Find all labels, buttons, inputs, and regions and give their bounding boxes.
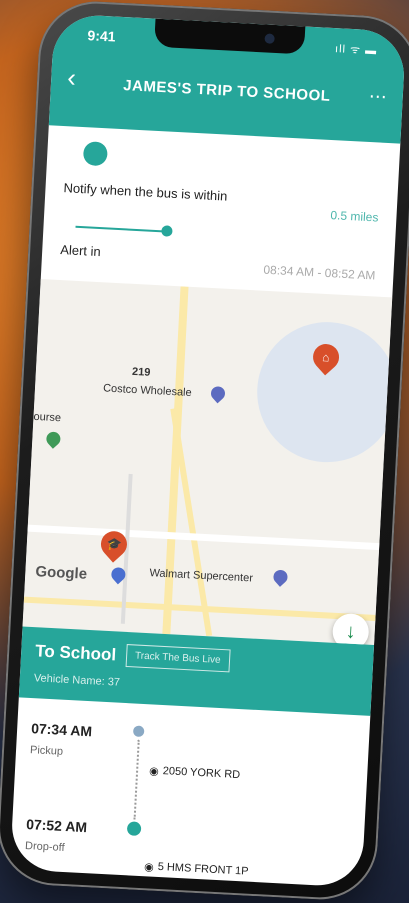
map-road: [27, 524, 388, 551]
route-title-row: To School Track The Bus Live: [35, 639, 360, 679]
google-logo: Google: [34, 563, 88, 583]
stop-type: Drop-off: [24, 839, 65, 855]
status-time: 9:41: [87, 27, 116, 45]
page-title: JAMES'S TRIP TO SCHOOL: [122, 77, 331, 105]
home-icon: ⌂: [322, 349, 331, 365]
slider-thumb[interactable]: [161, 225, 173, 237]
alert-row: Alert in 08:34 AM - 08:52 AM: [59, 242, 376, 283]
stop-time: 07:52 AM: [25, 816, 88, 836]
stop-list: 07:34 AM Pickup ◉ 2050 YORK RD 07:52 AM …: [10, 697, 371, 887]
phone-frame: 9:41 ıll ᯤ ▬ ‹ JAMES'S TRIP TO SCHOOL ⋯ …: [0, 0, 409, 903]
route-map[interactable]: ⌂ 219 Costco Wholesale ourse 🎓 Walmart S…: [22, 279, 393, 645]
distance-slider[interactable]: [75, 215, 176, 244]
stop-type: Pickup: [29, 744, 64, 758]
map-road: [170, 408, 213, 637]
alert-time-range[interactable]: 08:34 AM - 08:52 AM: [263, 263, 376, 283]
location-pin-icon: ◉: [143, 860, 155, 874]
walmart-pin-icon[interactable]: [270, 567, 291, 587]
stop-dot-icon: [132, 725, 145, 738]
track-bus-button[interactable]: Track The Bus Live: [125, 644, 231, 673]
costco-pin-icon[interactable]: [208, 383, 228, 404]
phone-screen: 9:41 ıll ᯤ ▬ ‹ JAMES'S TRIP TO SCHOOL ⋯ …: [9, 13, 407, 888]
stop-time-col: 07:34 AM Pickup: [27, 714, 128, 815]
stop-timeline: [123, 719, 152, 820]
timeline-line: [133, 739, 140, 820]
stop-address-text: 5 HMS FRONT 1P: [157, 860, 249, 878]
stop-address: ◉ 2050 YORK RD: [147, 724, 243, 821]
notify-value: 0.5 miles: [330, 208, 379, 225]
stop-timeline: [118, 815, 147, 888]
notify-label: Notify when the bus is within: [63, 180, 228, 204]
notify-toggle[interactable]: [82, 141, 108, 167]
stop-time-col: 07:52 AM Drop-off: [22, 810, 123, 888]
stop-address: ◉ 5 HMS FRONT 1P: [142, 820, 251, 887]
stop-item: 07:34 AM Pickup ◉ 2050 YORK RD: [27, 714, 356, 827]
map-label-route: 219: [131, 365, 151, 379]
stop-time: 07:34 AM: [30, 720, 93, 740]
home-radius: [253, 318, 393, 466]
stop-dot-icon: [126, 821, 142, 837]
stop-address-text: 2050 YORK RD: [162, 765, 241, 782]
alert-label: Alert in: [59, 242, 102, 260]
more-icon[interactable]: ⋯: [368, 86, 387, 108]
status-icons: ıll ᯤ ▬: [334, 43, 378, 58]
route-title: To School: [34, 640, 117, 664]
alert-settings: Notify when the bus is within 0.5 miles …: [41, 125, 400, 291]
camera-icon: [264, 33, 275, 44]
location-pin-icon: ◉: [148, 764, 160, 778]
school-icon: 🎓: [106, 536, 122, 552]
golf-pin-icon[interactable]: [43, 429, 64, 449]
slider-track: [75, 225, 166, 233]
map-label-course: ourse: [33, 410, 62, 425]
